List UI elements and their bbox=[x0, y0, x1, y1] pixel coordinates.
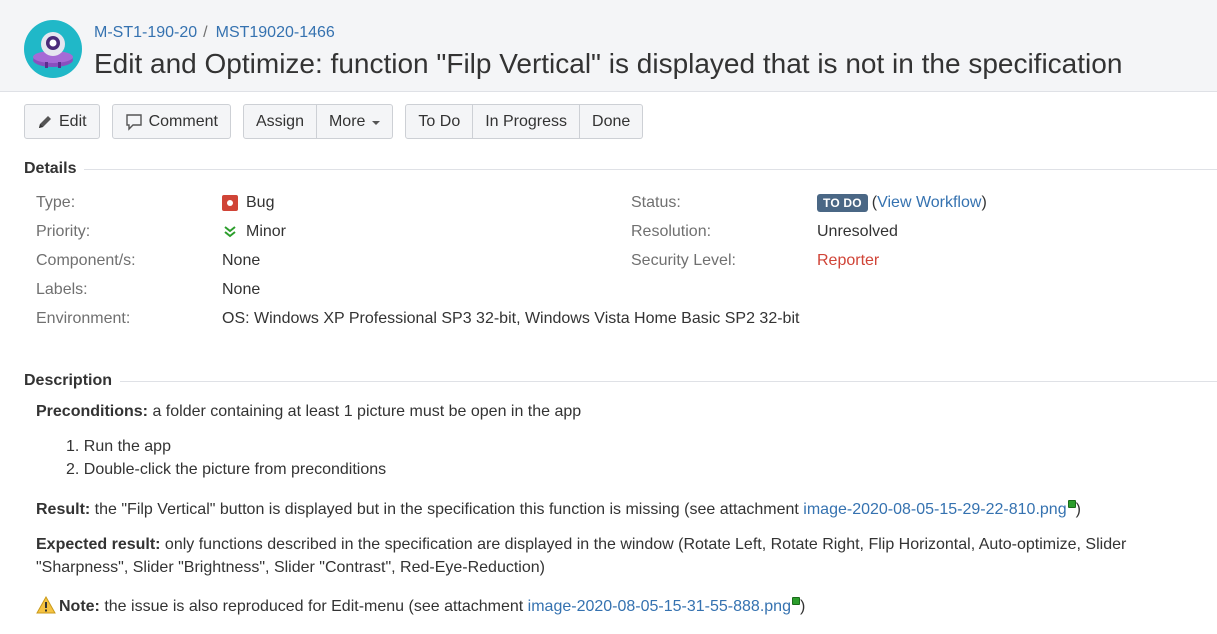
preconditions-text: a folder containing at least 1 picture m… bbox=[148, 403, 582, 420]
priority-value: Minor bbox=[222, 223, 286, 241]
edit-button[interactable]: Edit bbox=[24, 104, 100, 139]
view-workflow-link[interactable]: View Workflow bbox=[877, 194, 981, 212]
note-text: the issue is also reproduced for Edit-me… bbox=[99, 598, 528, 615]
preconditions-paragraph: Preconditions: a folder containing at le… bbox=[36, 400, 581, 423]
note-attachment-link[interactable]: image-2020-08-05-15-31-55-888.png bbox=[528, 598, 791, 615]
details-heading[interactable]: Details bbox=[24, 160, 1217, 178]
result-end: ) bbox=[1075, 501, 1081, 518]
pencil-icon bbox=[39, 115, 51, 128]
breadcrumb-project-link[interactable]: M-ST1-190-20 bbox=[94, 24, 197, 41]
issue-header: M-ST1-190-20 / MST19020-1466 Edit and Opti… bbox=[0, 0, 1217, 92]
breadcrumb-separator: / bbox=[203, 24, 208, 41]
preconditions-label: Preconditions: bbox=[36, 403, 149, 420]
result-paragraph: Result: the "Filp Vertical" button is di… bbox=[36, 498, 1081, 521]
steps-list: 1. Run the app 2. Double-click the pictu… bbox=[66, 435, 386, 481]
type-value-text: Bug bbox=[246, 194, 275, 211]
step-number: 1. bbox=[66, 438, 84, 455]
expected-label: Expected result: bbox=[36, 536, 161, 553]
step-text: Double-click the picture from preconditi… bbox=[83, 461, 387, 478]
details-title: Details bbox=[24, 160, 77, 177]
edit-button-label: Edit bbox=[59, 112, 87, 130]
components-label: Component/s: bbox=[36, 252, 136, 269]
security-label: Security Level: bbox=[631, 252, 736, 269]
issue-summary[interactable]: Edit and Optimize: function "Filp Vertic… bbox=[94, 48, 1122, 80]
project-avatar[interactable] bbox=[24, 20, 82, 78]
labels-label: Labels: bbox=[36, 281, 88, 298]
expected-text-line1: only functions described in the specific… bbox=[160, 536, 1127, 553]
issue-toolbar: Edit Comment Assign More To Do In Progre… bbox=[24, 104, 655, 139]
step-text: Run the app bbox=[83, 438, 171, 455]
more-button[interactable]: More bbox=[316, 104, 394, 139]
expected-paragraph: Expected result: only functions describe… bbox=[36, 533, 1206, 579]
security-value[interactable]: Reporter bbox=[817, 252, 879, 270]
attachment-icon bbox=[791, 596, 800, 605]
expected-text-line2: "Sharpness", Slider "Brightness", Slider… bbox=[36, 559, 545, 576]
assign-button[interactable]: Assign bbox=[242, 104, 317, 139]
double-chevron-down-icon bbox=[224, 226, 236, 238]
components-value[interactable]: None bbox=[222, 252, 260, 270]
todo-button[interactable]: To Do bbox=[405, 104, 474, 139]
description-heading[interactable]: Description bbox=[24, 372, 1217, 390]
speech-bubble-icon bbox=[125, 113, 142, 131]
note-label: Note: bbox=[59, 598, 100, 615]
comment-button-label: Comment bbox=[148, 112, 218, 130]
assign-more-group: Assign More bbox=[242, 104, 394, 139]
in-progress-button[interactable]: In Progress bbox=[473, 104, 581, 139]
warning-icon bbox=[36, 595, 56, 614]
environment-label: Environment: bbox=[36, 310, 131, 327]
breadcrumb: M-ST1-190-20 / MST19020-1466 bbox=[94, 24, 335, 42]
description-title: Description bbox=[24, 372, 113, 389]
priority-value-text: Minor bbox=[246, 223, 287, 240]
status-value: TO DO(View Workflow) bbox=[817, 194, 987, 212]
done-button[interactable]: Done bbox=[580, 104, 644, 139]
breadcrumb-issue-link[interactable]: MST19020-1466 bbox=[216, 24, 335, 41]
more-button-label: More bbox=[328, 112, 366, 130]
comment-group: Comment bbox=[111, 104, 231, 139]
step-number: 2. bbox=[66, 461, 84, 478]
list-item: 2. Double-click the picture from precond… bbox=[66, 458, 386, 481]
paren-close: ) bbox=[981, 194, 987, 211]
list-item: 1. Run the app bbox=[66, 435, 386, 458]
divider bbox=[84, 168, 1217, 170]
comment-button[interactable]: Comment bbox=[111, 104, 231, 139]
note-paragraph: Note: the issue is also reproduced for E… bbox=[36, 595, 805, 618]
chevron-down-icon bbox=[372, 120, 381, 125]
status-label: Status: bbox=[631, 194, 681, 211]
status-badge: TO DO bbox=[817, 194, 868, 212]
note-end: ) bbox=[799, 598, 806, 615]
resolution-value: Unresolved bbox=[817, 223, 898, 240]
priority-label: Priority: bbox=[36, 223, 91, 240]
divider bbox=[120, 380, 1217, 382]
type-value: Bug bbox=[222, 194, 274, 212]
resolution-label: Resolution: bbox=[631, 223, 712, 240]
type-label: Type: bbox=[36, 194, 76, 211]
environment-value[interactable]: OS: Windows XP Professional SP3 32-bit, … bbox=[222, 310, 799, 328]
result-attachment-link[interactable]: image-2020-08-05-15-29-22-810.png bbox=[803, 501, 1066, 518]
attachment-icon bbox=[1067, 499, 1076, 508]
edit-group: Edit bbox=[24, 104, 100, 139]
workflow-group: To Do In Progress Done bbox=[405, 104, 644, 139]
labels-value[interactable]: None bbox=[222, 281, 260, 299]
result-text: the "Filp Vertical" button is displayed … bbox=[90, 501, 804, 518]
bug-icon bbox=[222, 195, 238, 211]
result-label: Result: bbox=[36, 501, 91, 518]
